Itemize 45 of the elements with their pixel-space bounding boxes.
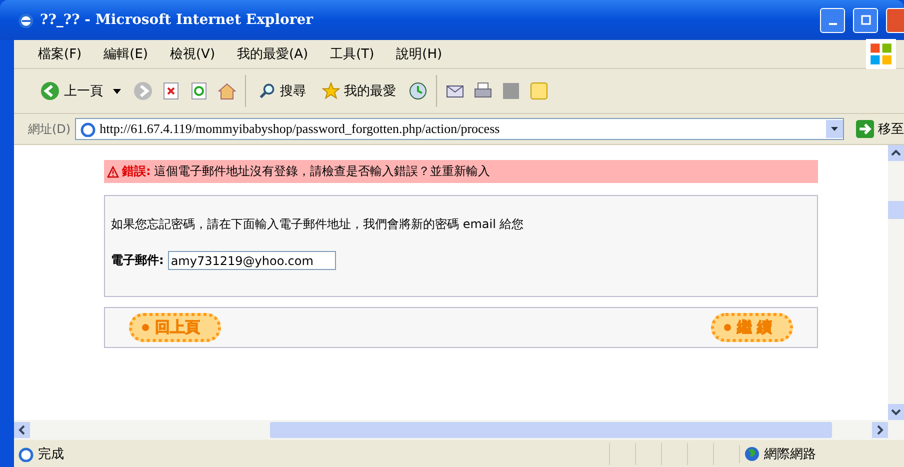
browser-icon [18,12,34,28]
scroll-down-icon[interactable] [888,404,904,420]
menu-item[interactable]: 檔案(F) [38,45,82,63]
refresh-icon[interactable] [189,81,209,101]
windows-logo-icon [866,39,896,69]
menu-item[interactable]: 說明(H) [396,45,442,63]
error-label: 錯誤: [122,163,151,180]
window-title: ??_?? - Microsoft Internet Explorer [40,12,314,28]
scroll-thumb[interactable] [888,201,904,219]
vertical-scrollbar[interactable] [888,145,904,420]
email-field[interactable]: amy731219@yhoo.com [168,251,336,270]
history-icon[interactable] [408,81,428,101]
menu-item[interactable]: 檢視(V) [170,45,216,63]
scroll-thumb[interactable] [270,422,832,438]
horizontal-scrollbar[interactable] [14,420,904,440]
menu-item[interactable]: 編輯(E) [104,45,148,63]
error-message: 這個電子郵件地址沒有登錄，請檢查是否輸入錯誤？並重新輸入 [154,163,490,180]
address-field[interactable]: http://61.67.4.119/mommyibabyshop/password_forgotten.php/action/process [74,118,844,140]
address-label: 網址(D) [28,120,71,138]
back-button[interactable]: 上一頁 [36,81,125,101]
scroll-up-icon[interactable] [888,145,904,161]
email-label: 電子郵件: [111,252,164,269]
go-arrow-icon [856,120,874,138]
globe-icon [744,446,760,462]
minimize-icon [828,23,836,25]
search-icon [258,82,276,100]
instruction-text: 如果您忘記密碼，請在下面輸入電子郵件地址，我們會將新的密碼 email 給您 [111,216,525,233]
maximize-button[interactable] [853,8,878,32]
minimize-button[interactable] [820,8,845,32]
close-button[interactable] [886,8,904,32]
menu-item[interactable]: 我的最愛(A) [237,45,308,63]
home-icon[interactable] [217,81,237,101]
security-zone: 網際網路 [739,444,904,462]
search-button[interactable]: 搜尋 [254,82,310,100]
maximize-icon [860,15,870,25]
star-icon [322,82,340,100]
stop-icon[interactable] [161,81,181,101]
scroll-right-icon[interactable] [872,422,888,438]
favorites-button[interactable]: 我的最愛 [318,82,400,100]
go-button[interactable]: 移至 [848,120,904,138]
status-text: 完成 [14,444,64,462]
warning-icon [107,166,119,178]
menu-item[interactable]: 工具(T) [330,45,374,63]
caret-icon [113,88,121,94]
scroll-left-icon[interactable] [14,422,30,438]
